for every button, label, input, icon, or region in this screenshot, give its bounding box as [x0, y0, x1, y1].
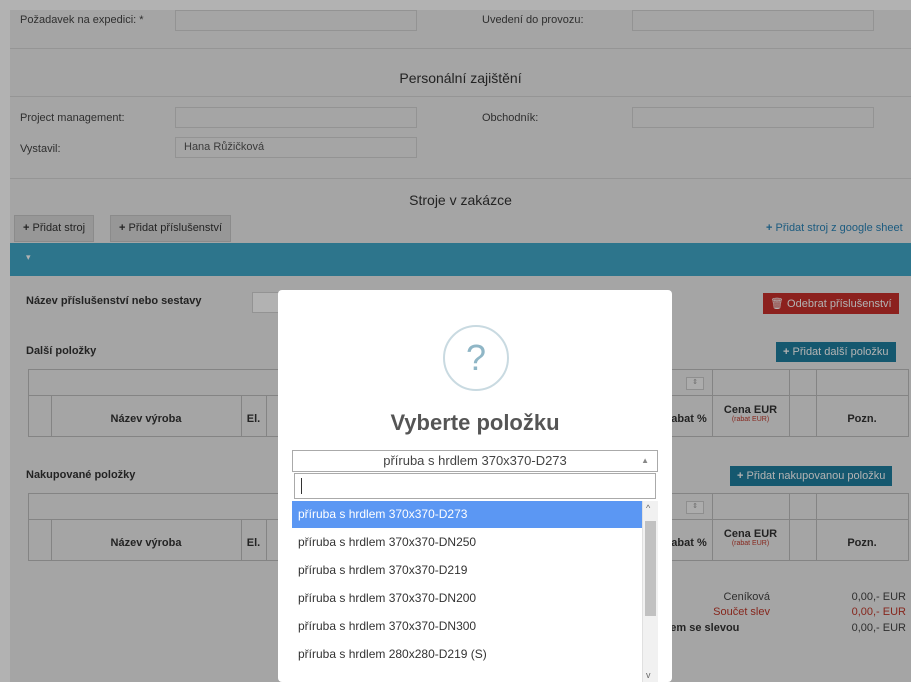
item-select[interactable]: příruba s hrdlem 370x370-D273 ▲	[292, 450, 658, 472]
dropdown-scrollbar[interactable]: ^ v	[642, 501, 658, 682]
dropdown-search-input[interactable]	[294, 473, 656, 499]
dropdown-options-list[interactable]: příruba s hrdlem 370x370-D273 příruba s …	[292, 501, 658, 682]
question-icon: ?	[443, 325, 509, 391]
dropdown-option[interactable]: příruba s hrdlem 370x370-DN300	[292, 613, 642, 640]
scroll-up-icon[interactable]: ^	[646, 503, 650, 513]
selected-value: příruba s hrdlem 370x370-D273	[383, 453, 567, 468]
dropdown-option[interactable]: příruba s hrdlem 280x280-D219 (S)	[292, 641, 642, 668]
scrollbar-thumb[interactable]	[645, 521, 656, 616]
text-cursor	[301, 478, 302, 494]
modal-title: Vyberte položku	[390, 410, 560, 435]
dropdown-option[interactable]: příruba s hrdlem 370x370-DN200	[292, 585, 642, 612]
dropdown-option[interactable]: příruba s hrdlem 370x370-DN250	[292, 529, 642, 556]
scroll-down-icon[interactable]: v	[646, 670, 651, 680]
select-item-modal: ? Vyberte položku příruba s hrdlem 370x3…	[278, 290, 672, 682]
dropdown-option[interactable]: příruba s hrdlem 370x370-D273	[292, 501, 642, 528]
caret-up-icon: ▲	[641, 456, 649, 465]
dropdown-option[interactable]: příruba s hrdlem 370x370-D219	[292, 557, 642, 584]
